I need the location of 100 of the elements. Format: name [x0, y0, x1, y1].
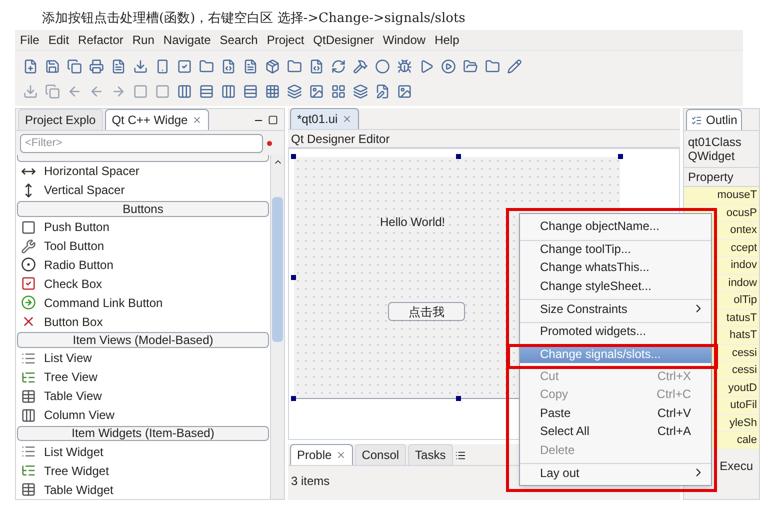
toolbar-icon[interactable]	[45, 58, 60, 74]
widget-icon	[21, 295, 36, 310]
close-icon	[342, 114, 352, 124]
class-name: qt01Class	[687, 135, 742, 149]
widget-item[interactable]: Radio Button	[16, 255, 270, 274]
toolbar-icon[interactable]	[507, 58, 522, 74]
widget-item[interactable]: Table Widget	[16, 480, 270, 499]
toolbar-icon[interactable]	[265, 84, 280, 98]
toolbar-icon[interactable]	[331, 84, 346, 98]
widget-icon	[21, 388, 36, 404]
property-cell[interactable]: mouseT	[684, 187, 759, 204]
widget-item[interactable]: Tool Button	[16, 236, 270, 256]
toolbar-icon[interactable]	[309, 84, 324, 98]
scrollbar[interactable]	[270, 155, 284, 499]
category-header[interactable]: Item Views (Model-Based)	[17, 332, 269, 348]
outline-tab[interactable]: Outlin	[686, 109, 742, 130]
toolbar-icon[interactable]	[485, 58, 500, 74]
menu-item[interactable]: Navigate	[163, 31, 211, 49]
widget-item[interactable]: Button Box	[16, 312, 270, 332]
menu-item[interactable]: Change toolTip...	[520, 240, 711, 258]
widget-icon	[21, 350, 36, 366]
toolbar-icon[interactable]	[89, 58, 104, 74]
toolbar-icon[interactable]	[67, 58, 82, 74]
menu-item[interactable]: QtDesigner	[313, 31, 374, 49]
widget-item[interactable]: Tree View	[16, 368, 270, 387]
menu-item[interactable]: Project	[266, 31, 304, 49]
filter-field[interactable]: <Filter>	[20, 134, 263, 152]
widget-item[interactable]: List View	[16, 348, 270, 368]
menu-item[interactable]: Window	[382, 31, 426, 49]
editor-tab[interactable]: *qt01.ui	[290, 108, 359, 129]
widget-icon	[21, 482, 36, 498]
toolbar-icon[interactable]	[287, 58, 302, 74]
toolbar-icon[interactable]	[199, 58, 214, 74]
toolbar-icon[interactable]	[177, 84, 192, 98]
widget-icon	[21, 408, 36, 423]
toolbar-icon[interactable]	[243, 58, 258, 74]
push-button[interactable]: 点击我	[388, 302, 465, 321]
toolbar-icon[interactable]	[375, 58, 390, 74]
toolbar-icon[interactable]	[353, 84, 368, 98]
widget-item[interactable]: Column View	[16, 406, 270, 424]
toolbar-icon[interactable]	[441, 58, 456, 74]
widget-item[interactable]: Table View	[16, 386, 270, 406]
toolbar-icon[interactable]	[221, 84, 236, 98]
toolbar-icon[interactable]	[397, 84, 412, 98]
maximize-icon[interactable]	[268, 115, 278, 125]
toolbar-icon[interactable]	[353, 58, 368, 74]
menu-item[interactable]: Search	[220, 31, 258, 49]
panel-tab[interactable]: Tasks	[408, 444, 453, 465]
status-text: 3 items	[290, 473, 331, 490]
toolbar-icon[interactable]	[287, 84, 302, 98]
toolbar-icon[interactable]	[375, 84, 390, 98]
widget-type: QWidget	[687, 149, 736, 163]
toolbar-icon[interactable]	[331, 58, 346, 74]
toolbar-icon[interactable]	[463, 58, 478, 74]
panel-tab[interactable]: Consol	[354, 444, 406, 465]
toolbar-icon[interactable]	[111, 58, 126, 74]
resize-handle[interactable]	[456, 154, 461, 159]
menu-item[interactable]: Run	[132, 31, 154, 49]
widget-item[interactable]: Check Box	[16, 274, 270, 294]
toolbar-icon[interactable]	[309, 58, 324, 74]
toolbar-icon[interactable]	[133, 58, 148, 74]
panel-tab[interactable]: Qt C++ Widge	[104, 109, 209, 130]
close-icon	[192, 115, 202, 125]
toolbar-icon[interactable]	[397, 58, 412, 74]
toolbar-icon[interactable]	[23, 58, 38, 74]
resize-handle[interactable]	[618, 154, 623, 159]
panel-tab[interactable]: Execu	[720, 456, 753, 474]
menu-item[interactable]: Lay out	[520, 463, 711, 482]
toolbar-icon[interactable]	[243, 84, 258, 98]
toolbar-icon[interactable]	[199, 84, 214, 98]
menu-item[interactable]: File	[20, 31, 40, 49]
widget-item[interactable]: Horizontal Spacer	[16, 162, 270, 181]
caption-text: 添加按钮点击处理槽(函数)，右键空白区 选择->Change->signals/slots	[42, 11, 466, 26]
widget-icon	[21, 220, 36, 235]
toolbar-icon[interactable]	[155, 58, 170, 74]
resize-handle[interactable]	[291, 275, 296, 280]
label-widget[interactable]: Hello World!	[380, 213, 446, 231]
widget-item[interactable]: Tree Widget	[16, 461, 270, 480]
category-header[interactable]: Buttons	[17, 200, 269, 217]
panel-tab[interactable]: Proble	[290, 444, 353, 465]
widget-item[interactable]: Vertical Spacer	[16, 180, 270, 200]
category-header[interactable]: Item Widgets (Item-Based)	[17, 426, 269, 442]
close-icon	[336, 450, 346, 460]
toolbar-icon[interactable]	[221, 58, 236, 74]
resize-handle[interactable]	[291, 154, 296, 159]
widget-item[interactable]: List Widget	[16, 442, 270, 462]
menu-item[interactable]: Help	[434, 31, 460, 49]
panel-tab[interactable]: Project Explo	[18, 109, 103, 130]
toolbar-icon[interactable]	[177, 58, 192, 74]
widget-item[interactable]: Push Button	[16, 218, 270, 237]
widget-item[interactable]: Command Link Button	[16, 293, 270, 312]
toolbar-icon[interactable]	[419, 58, 434, 74]
menu-item[interactable]: Edit	[48, 31, 70, 49]
resize-handle[interactable]	[456, 396, 461, 401]
menu-item[interactable]: Refactor	[78, 31, 124, 49]
resize-handle[interactable]	[291, 396, 296, 401]
menu-item[interactable]: Promoted widgets...	[520, 322, 711, 340]
widget-icon	[21, 238, 36, 254]
toolbar-icon[interactable]	[265, 58, 280, 74]
menu-item[interactable]: Size Constraints	[520, 299, 711, 318]
